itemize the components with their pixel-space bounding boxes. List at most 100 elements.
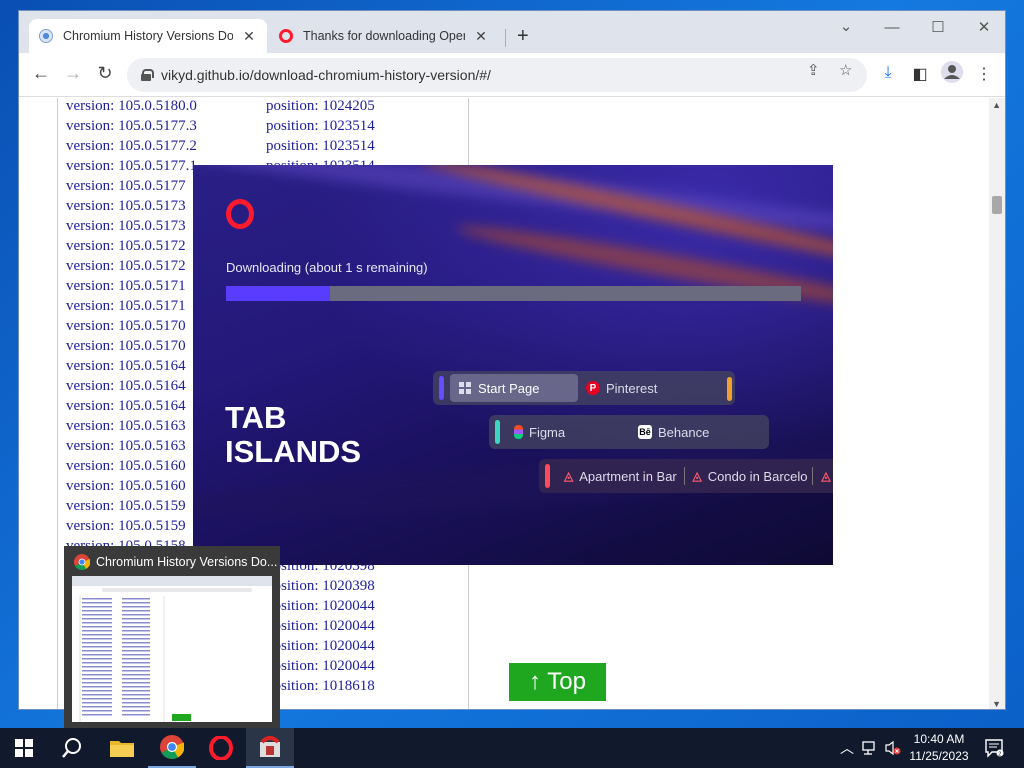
download-status: Downloading (about 1 s remaining) (226, 260, 428, 275)
version-text: version: 105.0.5173 (66, 218, 186, 234)
version-text: version: 105.0.5177.3 (66, 118, 197, 134)
version-text: version: 105.0.5171 (66, 298, 186, 314)
taskbar-search-button[interactable] (48, 728, 96, 768)
download-icon[interactable]: ⤓ (877, 64, 899, 82)
scroll-down-arrow-icon[interactable]: ▼ (992, 699, 1001, 709)
version-text: version: 105.0.5177 (66, 178, 186, 194)
chip-label: Start Page (478, 380, 540, 396)
chip-start-page: Start Page (450, 374, 578, 402)
back-arrow-icon[interactable]: ← (29, 63, 53, 84)
installer-icon (260, 736, 280, 757)
position-text: position: 1020398 (266, 578, 375, 594)
opera-installer-window: Downloading (about 1 s remaining) TAB IS… (193, 165, 833, 565)
airbnb-icon: ◬ (692, 469, 702, 483)
version-text: version: 105.0.5164 (66, 378, 186, 394)
position-text: position: 1020044 (266, 638, 375, 654)
chip-label: Apartment in Bar (579, 468, 677, 484)
download-progress-fill (226, 286, 330, 301)
behance-icon: Bē (638, 425, 652, 439)
chromium-favicon-icon (39, 29, 53, 43)
position-text: position: 1018618 (266, 678, 375, 694)
scroll-thumb[interactable] (992, 196, 1002, 214)
version-text: version: 105.0.5170 (66, 338, 186, 354)
taskbar-chrome[interactable] (148, 728, 196, 768)
version-text: version: 105.0.5180.0 (66, 98, 197, 114)
position-text: position: 1024205 (266, 98, 375, 114)
maximize-button[interactable]: ☐ (923, 18, 953, 36)
headline-line-2: ISLANDS (225, 434, 362, 469)
lock-icon (141, 69, 154, 81)
windows-icon (15, 739, 33, 757)
share-icon[interactable]: ⇪ (807, 61, 820, 79)
position-text: position: 1020044 (266, 658, 375, 674)
grid-icon (458, 381, 472, 395)
bookmark-star-icon[interactable]: ☆ (839, 61, 852, 79)
airbnb-icon: ◬ (821, 469, 831, 483)
position-text: position: 1023514 (266, 138, 375, 154)
chip-label: Pinterest (606, 380, 658, 396)
scroll-top-button[interactable]: ↑ Top (509, 663, 606, 701)
preview-title: Chromium History Versions Do... (74, 554, 277, 570)
volume-muted-icon[interactable] (884, 740, 902, 759)
position-text: position: 1020044 (266, 618, 375, 634)
forward-arrow-icon[interactable]: → (61, 63, 85, 84)
tab-search-chevron-icon[interactable]: ⌄ (831, 17, 861, 35)
scroll-up-arrow-icon[interactable]: ▲ (992, 100, 1001, 110)
taskbar-opera[interactable] (197, 728, 245, 768)
version-text: version: 105.0.5159 (66, 498, 186, 514)
tab-close-icon[interactable]: ✕ (241, 28, 257, 45)
svg-text:2: 2 (998, 751, 1001, 757)
new-tab-button[interactable]: + (517, 25, 529, 48)
taskbar-thumbnail-preview[interactable]: Chromium History Versions Do... (64, 546, 280, 730)
tab-chromium-history[interactable]: Chromium History Versions Dov ✕ (29, 19, 267, 53)
figma-icon (514, 425, 523, 439)
taskbar: ︿ 10:40 AM 11/25/2023 2 (0, 728, 1024, 768)
version-text: version: 105.0.5163 (66, 418, 186, 434)
headline-line-1: TAB (225, 400, 287, 435)
side-panel-icon[interactable]: ◧ (909, 64, 931, 84)
version-text: version: 105.0.5172 (66, 258, 186, 274)
clock-time: 10:40 AM (913, 732, 965, 746)
tab-close-icon[interactable]: ✕ (473, 28, 489, 45)
folder-icon (110, 741, 134, 757)
preview-image (72, 576, 272, 722)
page-scrollbar[interactable]: ▲ ▼ (989, 98, 1005, 709)
reload-icon[interactable]: ↻ (93, 63, 117, 84)
chip-label: Behance (658, 424, 710, 440)
version-text: version: 105.0.5177.1 (66, 158, 197, 174)
opera-favicon-icon (279, 29, 293, 43)
version-text: version: 105.0.5170 (66, 318, 186, 334)
chip-pinterest: P Pinterest (578, 374, 665, 402)
tab-opera-download[interactable]: Thanks for downloading Opera ✕ (269, 19, 499, 53)
start-button[interactable] (0, 728, 48, 768)
version-text: version: 105.0.5160 (66, 478, 186, 494)
chip-label: Condo in Barcelo (707, 468, 808, 484)
chip-apartment: ◬ Apartment in Bar (556, 462, 684, 490)
taskbar-file-explorer[interactable] (98, 728, 146, 768)
minimize-button[interactable]: — (877, 19, 907, 36)
address-bar[interactable]: vikyd.github.io/download-chromium-histor… (127, 58, 867, 92)
tab-title: Chromium History Versions Dov (63, 29, 233, 43)
position-text: position: 1020044 (266, 598, 375, 614)
version-text: version: 105.0.5177.2 (66, 138, 197, 154)
close-window-button[interactable]: ✕ (969, 18, 999, 36)
taskbar-opera-installer[interactable] (246, 728, 294, 768)
version-text: version: 105.0.5159 (66, 518, 186, 534)
chip-figma: Figma (506, 418, 630, 446)
clock-date: 11/25/2023 (909, 749, 969, 763)
version-text: version: 105.0.5173 (66, 198, 186, 214)
profile-avatar-icon[interactable] (941, 61, 963, 88)
preview-title-text: Chromium History Versions Do... (96, 555, 278, 569)
tray-overflow-chevron-icon[interactable]: ︿ (840, 738, 854, 758)
version-text: version: 105.0.5172 (66, 238, 186, 254)
notification-center-icon[interactable]: 2 (984, 738, 1004, 761)
version-text: version: 105.0.5164 (66, 358, 186, 374)
version-text: version: 105.0.5163 (66, 438, 186, 454)
download-progress-bar (226, 286, 801, 301)
system-clock[interactable]: 10:40 AM 11/25/2023 (906, 731, 972, 765)
menu-kebab-icon[interactable]: ⋮ (973, 64, 995, 84)
network-icon[interactable] (862, 740, 880, 759)
chip-divider (812, 467, 814, 485)
chip-behance: Bē Behance (630, 418, 717, 446)
version-text: version: 105.0.5160 (66, 458, 186, 474)
